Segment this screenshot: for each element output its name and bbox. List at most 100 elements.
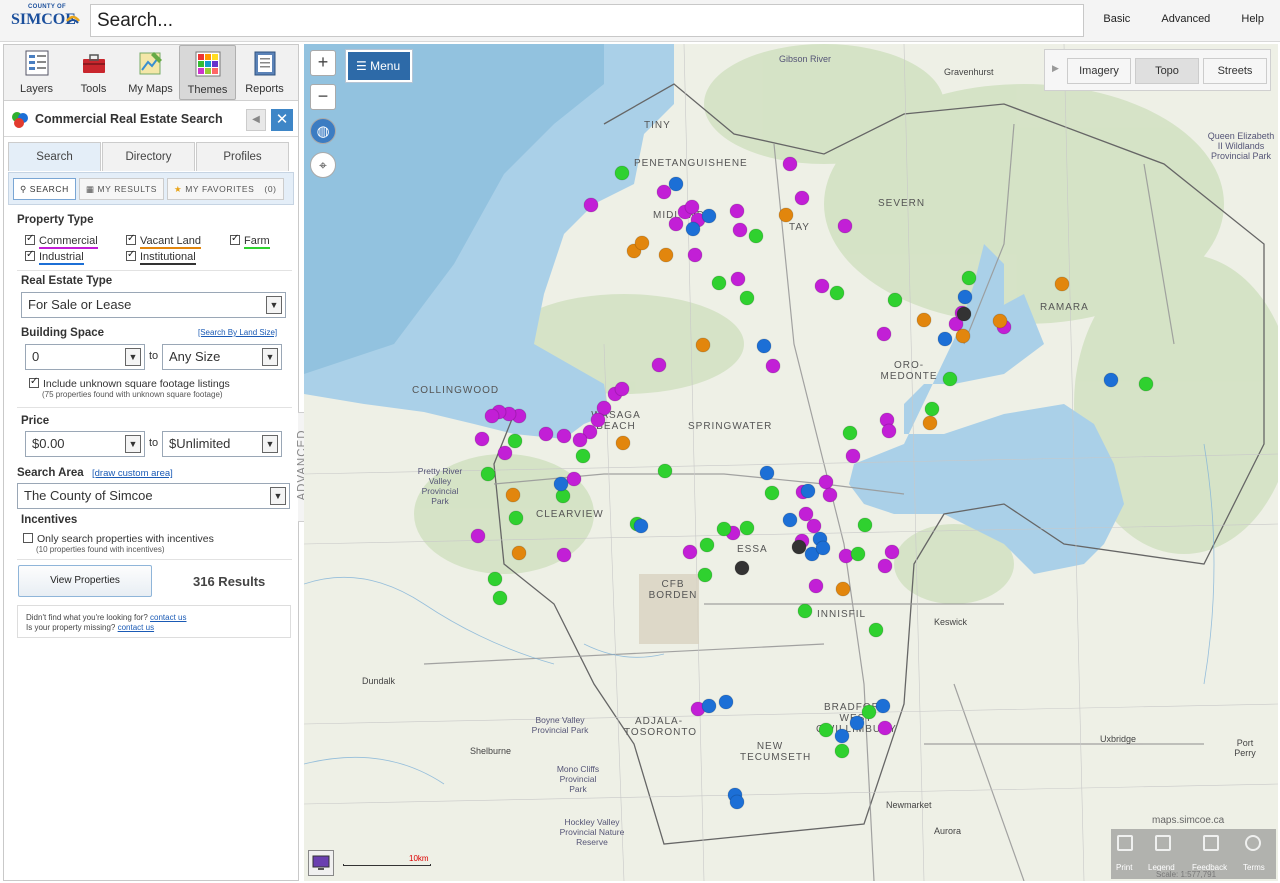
basemap-streets[interactable]: Streets [1203, 58, 1267, 84]
checkbox-commercial[interactable]: Commercial [25, 233, 98, 249]
property-marker[interactable] [877, 720, 893, 736]
property-marker[interactable] [505, 487, 521, 503]
unknown-sqft-option[interactable]: Include unknown square footage listings [29, 376, 230, 390]
property-marker[interactable] [656, 184, 672, 200]
property-marker[interactable] [566, 471, 582, 487]
price-min-select[interactable]: $0.00 ▼ [25, 431, 145, 457]
property-marker[interactable] [497, 445, 513, 461]
property-marker[interactable] [734, 560, 750, 576]
advanced-link[interactable]: Advanced [1161, 13, 1210, 25]
property-marker[interactable] [850, 546, 866, 562]
property-marker[interactable] [470, 528, 486, 544]
building-space-max-select[interactable]: Any Size ▼ [162, 344, 282, 370]
property-marker[interactable] [732, 222, 748, 238]
property-marker[interactable] [845, 448, 861, 464]
property-marker[interactable] [695, 337, 711, 353]
property-marker[interactable] [668, 216, 684, 232]
property-marker[interactable] [615, 435, 631, 451]
property-marker[interactable] [718, 694, 734, 710]
property-marker[interactable] [651, 357, 667, 373]
property-marker[interactable] [634, 235, 650, 251]
property-marker[interactable] [614, 381, 630, 397]
property-marker[interactable] [759, 465, 775, 481]
property-marker[interactable] [553, 476, 569, 492]
zoom-in-button[interactable]: + [310, 50, 336, 76]
property-marker[interactable] [881, 423, 897, 439]
property-marker[interactable] [782, 156, 798, 172]
draw-custom-area-link[interactable]: [draw custom area] [92, 468, 173, 479]
property-marker[interactable] [797, 603, 813, 619]
property-marker[interactable] [808, 578, 824, 594]
property-marker[interactable] [834, 743, 850, 759]
terms-label[interactable]: Terms [1243, 863, 1265, 872]
property-marker[interactable] [764, 485, 780, 501]
property-marker[interactable] [538, 426, 554, 442]
property-marker[interactable] [837, 218, 853, 234]
property-marker[interactable] [884, 544, 900, 560]
property-marker[interactable] [818, 474, 834, 490]
property-marker[interactable] [748, 228, 764, 244]
property-marker[interactable] [1054, 276, 1070, 292]
contact-us-link[interactable]: contact us [150, 613, 186, 622]
vacant-land-checkbox[interactable] [126, 233, 136, 245]
industrial-checkbox[interactable] [25, 249, 35, 261]
property-marker[interactable] [924, 401, 940, 417]
property-marker[interactable] [842, 425, 858, 441]
property-marker[interactable] [583, 197, 599, 213]
property-marker[interactable] [877, 558, 893, 574]
unknown-sqft-checkbox[interactable] [29, 376, 39, 388]
property-marker[interactable] [778, 207, 794, 223]
property-marker[interactable] [916, 312, 932, 328]
expand-arrow-icon[interactable]: ▶ [1052, 63, 1059, 74]
incentives-option[interactable]: Only search properties with incentives [23, 532, 214, 545]
property-marker[interactable] [701, 208, 717, 224]
property-marker[interactable] [782, 512, 798, 528]
county-logo[interactable]: COUNTY OF SIMCOE [8, 3, 80, 39]
property-marker[interactable] [572, 432, 588, 448]
zoom-out-button[interactable]: − [310, 84, 336, 110]
property-marker[interactable] [937, 331, 953, 347]
property-marker[interactable] [955, 328, 971, 344]
property-marker[interactable] [684, 199, 700, 215]
property-marker[interactable] [875, 698, 891, 714]
print-label[interactable]: Print [1116, 863, 1132, 872]
view-properties-button[interactable]: View Properties [18, 565, 152, 597]
checkbox-industrial[interactable]: Industrial [25, 249, 84, 265]
property-marker[interactable] [956, 306, 972, 322]
property-marker[interactable] [739, 290, 755, 306]
institutional-checkbox[interactable] [126, 249, 136, 261]
property-marker[interactable] [868, 622, 884, 638]
basemap-imagery[interactable]: Imagery [1067, 58, 1131, 84]
property-marker[interactable] [511, 545, 527, 561]
property-marker[interactable] [474, 431, 490, 447]
property-marker[interactable] [861, 704, 877, 720]
property-marker[interactable] [699, 537, 715, 553]
property-marker[interactable] [887, 292, 903, 308]
building-space-min-select[interactable]: 0 ▼ [25, 344, 145, 370]
commercial-checkbox[interactable] [25, 233, 35, 245]
property-marker[interactable] [791, 539, 807, 555]
farm-checkbox[interactable] [230, 233, 240, 245]
property-marker[interactable] [701, 698, 717, 714]
property-marker[interactable] [756, 338, 772, 354]
checkbox-farm[interactable]: Farm [230, 233, 270, 249]
property-marker[interactable] [739, 520, 755, 536]
search-area-select[interactable]: The County of Simcoe ▼ [17, 483, 290, 509]
property-marker[interactable] [961, 270, 977, 286]
basic-link[interactable]: Basic [1103, 13, 1130, 25]
terms-icon[interactable] [1245, 835, 1261, 851]
property-marker[interactable] [556, 547, 572, 563]
property-marker[interactable] [730, 271, 746, 287]
menu-button[interactable]: ☰ Menu [345, 49, 413, 83]
property-marker[interactable] [829, 285, 845, 301]
property-marker[interactable] [729, 203, 745, 219]
property-marker[interactable] [957, 289, 973, 305]
property-marker[interactable] [806, 518, 822, 534]
locate-button[interactable]: ⌖ [310, 152, 336, 178]
property-marker[interactable] [682, 544, 698, 560]
property-marker[interactable] [835, 581, 851, 597]
property-marker[interactable] [794, 190, 810, 206]
map-view[interactable]: TINY PENETANGUISHENE MIDLAND TAY SEVERN … [304, 44, 1278, 881]
property-marker[interactable] [818, 722, 834, 738]
incentives-checkbox[interactable] [23, 533, 33, 543]
